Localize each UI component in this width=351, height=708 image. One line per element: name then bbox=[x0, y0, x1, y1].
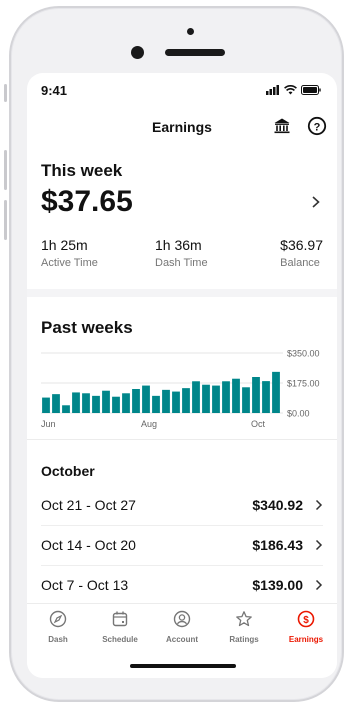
week-range: Oct 7 - Oct 13 bbox=[41, 577, 129, 593]
week-amount: $139.00 bbox=[252, 577, 303, 593]
stat-balance: $36.97 Balance bbox=[280, 237, 323, 269]
chart-bar[interactable] bbox=[132, 389, 140, 413]
section-divider bbox=[27, 289, 337, 297]
chart-bar[interactable] bbox=[72, 392, 80, 413]
battery-icon bbox=[301, 85, 321, 95]
help-icon[interactable]: ? bbox=[307, 116, 327, 141]
chart-bar[interactable] bbox=[242, 387, 250, 413]
this-week-title: This week bbox=[41, 161, 123, 180]
tab-label: Earnings bbox=[288, 635, 324, 644]
compass-icon bbox=[49, 610, 67, 628]
chart-bar[interactable] bbox=[142, 385, 150, 413]
stat-value: $36.97 bbox=[280, 237, 323, 253]
month-heading: October bbox=[41, 463, 95, 479]
week-range: Oct 21 - Oct 27 bbox=[41, 497, 136, 513]
chevron-right-icon bbox=[315, 539, 323, 551]
tab-label: Schedule bbox=[102, 635, 138, 644]
account-icon bbox=[173, 610, 191, 628]
x-tick-label: Jun bbox=[41, 419, 56, 429]
camera-lens bbox=[131, 46, 144, 59]
stat-label: Dash Time bbox=[155, 257, 208, 269]
tab-schedule[interactable]: Schedule bbox=[89, 610, 151, 644]
wifi-icon bbox=[284, 85, 297, 95]
svg-text:$: $ bbox=[303, 615, 309, 626]
y-tick-label: $0.00 bbox=[287, 409, 310, 419]
chart-bar[interactable] bbox=[102, 390, 110, 413]
tab-label: Dash bbox=[48, 635, 68, 644]
mute-switch bbox=[4, 84, 7, 102]
week-row[interactable]: Oct 7 - Oct 13 $139.00 bbox=[41, 565, 323, 606]
chart-bar[interactable] bbox=[252, 377, 260, 413]
stat-dash-time: 1h 36m Dash Time bbox=[155, 237, 269, 269]
svg-text:?: ? bbox=[314, 121, 321, 133]
week-amount: $340.92 bbox=[252, 497, 303, 513]
stat-value: 1h 25m bbox=[41, 237, 88, 253]
week-row[interactable]: Oct 14 - Oct 20 $186.43 bbox=[41, 525, 323, 566]
chart-bar[interactable] bbox=[162, 389, 170, 413]
chart-bar[interactable] bbox=[222, 381, 230, 413]
chart-bar[interactable] bbox=[42, 397, 50, 413]
front-camera bbox=[187, 28, 194, 35]
week-range: Oct 14 - Oct 20 bbox=[41, 537, 136, 553]
status-time: 9:41 bbox=[41, 83, 68, 98]
chart-bar[interactable] bbox=[212, 385, 220, 413]
week-row[interactable]: Oct 21 - Oct 27 $340.92 bbox=[41, 485, 323, 526]
stat-active-time: 1h 25m Active Time bbox=[41, 237, 155, 269]
past-weeks-chart[interactable]: $350.00 $175.00 $0.00 Jun Aug Oct bbox=[37, 343, 337, 433]
chevron-right-icon bbox=[315, 499, 323, 511]
chart-bar[interactable] bbox=[92, 395, 100, 413]
bank-icon[interactable] bbox=[273, 117, 291, 140]
y-tick-label: $175.00 bbox=[287, 379, 320, 389]
chart-bar[interactable] bbox=[112, 396, 120, 413]
x-tick-label: Aug bbox=[141, 419, 157, 429]
this-week-card[interactable]: This week $37.65 bbox=[41, 161, 323, 219]
chart-bar[interactable] bbox=[52, 394, 60, 413]
app-screen: 9:41 Earnings ? This week $37.65 1h 25m … bbox=[27, 73, 337, 678]
this-week-amount: $37.65 bbox=[41, 185, 133, 218]
home-indicator bbox=[130, 664, 236, 668]
tab-earnings[interactable]: $ Earnings bbox=[275, 610, 337, 644]
chart-bar[interactable] bbox=[62, 405, 70, 413]
signal-icon bbox=[266, 85, 279, 95]
stat-value: 1h 36m bbox=[155, 237, 202, 253]
chart-bar[interactable] bbox=[232, 378, 240, 413]
calendar-icon bbox=[112, 611, 128, 627]
chart-bar[interactable] bbox=[122, 393, 130, 413]
volume-up-button bbox=[4, 150, 7, 190]
past-weeks-title: Past weeks bbox=[41, 318, 133, 337]
volume-down-button bbox=[4, 200, 7, 240]
week-amount: $186.43 bbox=[252, 537, 303, 553]
stat-label: Active Time bbox=[41, 257, 98, 269]
chart-bar[interactable] bbox=[82, 393, 90, 413]
stat-label: Balance bbox=[280, 257, 320, 269]
chart-bar[interactable] bbox=[172, 391, 180, 413]
chevron-right-icon[interactable] bbox=[311, 195, 321, 214]
tab-label: Ratings bbox=[229, 635, 259, 644]
status-bar: 9:41 bbox=[27, 83, 337, 101]
tab-dash[interactable]: Dash bbox=[27, 610, 89, 644]
tab-ratings[interactable]: Ratings bbox=[213, 610, 275, 644]
chart-bar[interactable] bbox=[182, 388, 190, 413]
star-icon bbox=[236, 611, 252, 627]
tab-account[interactable]: Account bbox=[151, 610, 213, 644]
chevron-right-icon bbox=[315, 579, 323, 591]
chart-bar[interactable] bbox=[152, 395, 160, 413]
y-tick-label: $350.00 bbox=[287, 349, 320, 359]
tab-bar: Dash Schedule Account Ratings $ Earnings bbox=[27, 603, 337, 678]
chart-bar[interactable] bbox=[192, 381, 200, 413]
earnings-icon: $ bbox=[297, 610, 315, 628]
tab-label: Account bbox=[166, 635, 198, 644]
chart-bar[interactable] bbox=[262, 381, 270, 413]
status-icons bbox=[266, 85, 321, 95]
week-stats: 1h 25m Active Time 1h 36m Dash Time $36.… bbox=[41, 237, 323, 269]
x-tick-label: Oct bbox=[251, 419, 266, 429]
section-divider bbox=[27, 439, 337, 440]
chart-bar[interactable] bbox=[272, 371, 280, 413]
chart-bar[interactable] bbox=[202, 384, 210, 413]
nav-bar: Earnings ? bbox=[27, 115, 337, 139]
earpiece-speaker bbox=[165, 49, 225, 56]
